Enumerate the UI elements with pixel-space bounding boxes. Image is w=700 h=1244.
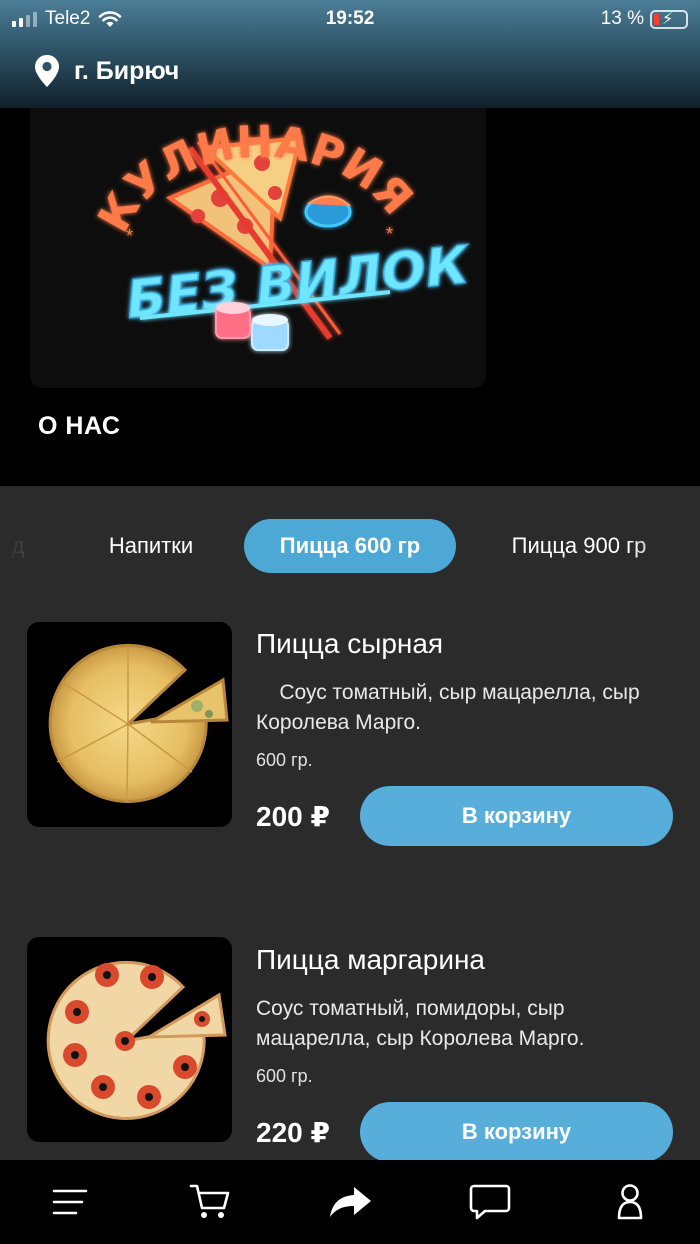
brand-logo: КУЛИНАРИЯ * * БЕЗ ВИЛОК xyxy=(88,116,474,351)
share-icon xyxy=(330,1187,371,1217)
nav-chat[interactable] xyxy=(468,1182,512,1222)
app-header: Tele2 19:52 13 % ⚡ г. Бирюч xyxy=(0,0,700,108)
product-name: Пицца сырная xyxy=(256,628,444,659)
product-weight: 600 гр. xyxy=(256,750,313,770)
product-image-cheese-pizza[interactable] xyxy=(27,622,232,827)
bottom-navigation xyxy=(0,1160,700,1244)
svg-text:*: * xyxy=(386,224,393,244)
tab-pizza-600[interactable]: Пицца 600 гр xyxy=(244,519,456,573)
add-to-cart-button[interactable]: В корзину xyxy=(360,786,673,846)
add-to-cart-button[interactable]: В корзину xyxy=(360,1102,673,1160)
pizza-image xyxy=(48,643,229,803)
about-link[interactable]: О НАС xyxy=(38,412,120,441)
profile-icon xyxy=(617,1184,643,1220)
product-weight: 600 гр. xyxy=(256,1066,313,1086)
product-card: Пицца маргарина Соус томатный, помидоры,… xyxy=(0,936,700,1160)
nav-profile[interactable] xyxy=(608,1182,652,1222)
cart-icon xyxy=(189,1184,230,1218)
city-name: г. Бирюч xyxy=(74,56,180,85)
battery-icon: ⚡ xyxy=(650,9,688,29)
category-tabs: д Напитки Пицца 600 гр Пицца 900 гр xyxy=(0,486,700,606)
sushi-icon xyxy=(304,195,352,228)
product-image-margarita-pizza[interactable] xyxy=(27,937,232,1142)
product-description: Соус томатный, помидоры, сыр мацарелла, … xyxy=(256,997,585,1050)
chat-icon xyxy=(469,1184,511,1220)
hero-section: КУЛИНАРИЯ * * БЕЗ ВИЛОК О НАС xyxy=(0,108,700,486)
product-price: 200 ₽ xyxy=(256,801,330,832)
tab-drinks[interactable]: Напитки xyxy=(90,519,212,573)
product-card: Пицца сырная Соус томатный, сыр мацарелл… xyxy=(0,620,700,860)
brand-logo-card[interactable]: КУЛИНАРИЯ * * БЕЗ ВИЛОК xyxy=(30,108,486,388)
logo-bottom-text: БЕЗ ВИЛОК xyxy=(123,235,473,331)
nav-share[interactable] xyxy=(328,1182,372,1222)
nav-menu[interactable] xyxy=(48,1182,92,1222)
product-price: 220 ₽ xyxy=(256,1117,330,1148)
product-name: Пицца маргарина xyxy=(256,944,486,975)
menu-icon xyxy=(52,1189,88,1215)
status-bar: Tele2 19:52 13 % ⚡ xyxy=(0,0,700,36)
location-pin-icon xyxy=(35,55,59,87)
city-selector[interactable]: г. Бирюч xyxy=(34,54,179,88)
pizza-image xyxy=(46,960,227,1120)
nav-cart[interactable] xyxy=(188,1182,232,1222)
status-time: 19:52 xyxy=(325,8,375,29)
svg-text:*: * xyxy=(126,226,133,246)
battery-percent: 13 % xyxy=(600,8,644,29)
product-description: Соус томатный, сыр мацарелла, сыр Короле… xyxy=(256,681,646,734)
